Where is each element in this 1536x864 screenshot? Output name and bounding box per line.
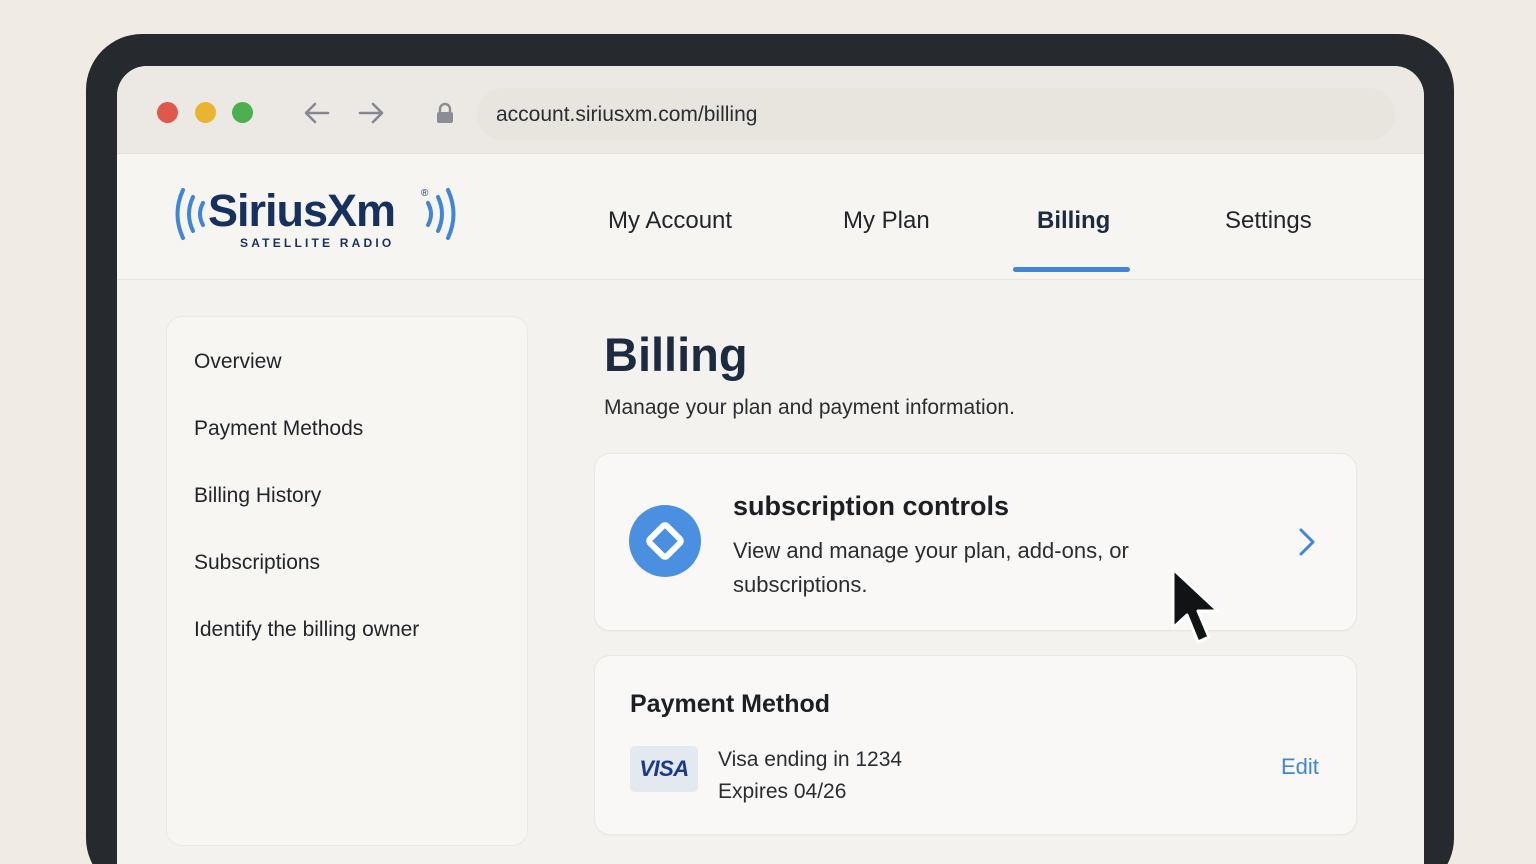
visa-brand-text: VISA <box>639 756 689 781</box>
browser-toolbar: account.siriusxm.com/billing <box>117 66 1424 154</box>
tab-billing[interactable]: Billing <box>1037 207 1110 235</box>
site-header: SiriusXm ® SATELLITE RADIO My Account My… <box>117 154 1424 280</box>
chevron-right-icon[interactable] <box>1295 526 1319 558</box>
sidebar-item-identify-billing-owner[interactable]: Identify the billing owner <box>194 618 419 642</box>
sidebar-item-overview[interactable]: Overview <box>194 350 282 374</box>
logo-wordmark: SiriusXm <box>208 185 396 236</box>
subscription-controls-title: subscription controls <box>733 491 1010 521</box>
arrow-right-icon[interactable] <box>357 100 385 126</box>
page-subtitle: Manage your plan and payment information… <box>604 396 1015 419</box>
arrow-left-icon[interactable] <box>303 100 331 126</box>
tab-my-account[interactable]: My Account <box>608 207 732 235</box>
address-bar[interactable]: account.siriusxm.com/billing <box>477 88 1395 140</box>
tag-icon <box>629 505 701 577</box>
lock-icon <box>437 102 453 123</box>
subscription-controls-description: View and manage your plan, add-ons, or s… <box>733 538 1129 597</box>
logo-tagline: SATELLITE RADIO <box>240 236 395 250</box>
sidebar-item-payment-methods[interactable]: Payment Methods <box>194 417 363 441</box>
sidebar: Overview Payment Methods Billing History… <box>166 316 528 846</box>
card-number: Visa ending in 1234 <box>718 748 903 771</box>
card-expiry: Expires 04/26 <box>718 780 847 803</box>
edit-payment-link[interactable]: Edit <box>1281 754 1319 780</box>
signal-waves-left-icon <box>175 188 205 240</box>
page-title: Billing <box>604 328 748 381</box>
browser-window: account.siriusxm.com/billing SiriusXm ® … <box>117 66 1424 864</box>
sidebar-item-subscriptions[interactable]: Subscriptions <box>194 551 320 575</box>
payment-method-title: Payment Method <box>630 690 831 718</box>
window-close-button[interactable] <box>157 102 178 123</box>
payment-method-card: Payment Method VISA Visa ending in 1234 … <box>594 655 1357 835</box>
window-minimize-button[interactable] <box>195 102 216 123</box>
tab-settings[interactable]: Settings <box>1225 207 1312 235</box>
url-text: account.siriusxm.com/billing <box>496 103 758 126</box>
siriusxm-logo[interactable]: SiriusXm ® SATELLITE RADIO <box>171 182 467 256</box>
signal-waves-right-icon <box>426 188 456 240</box>
subscription-controls-card[interactable]: subscription controls View and manage yo… <box>594 453 1357 631</box>
sidebar-item-billing-history[interactable]: Billing History <box>194 484 321 508</box>
visa-logo-icon: VISA <box>630 746 698 792</box>
tab-my-plan[interactable]: My Plan <box>843 207 930 235</box>
active-tab-indicator <box>1013 267 1130 272</box>
mouse-pointer-icon <box>1171 567 1220 644</box>
window-maximize-button[interactable] <box>232 102 253 123</box>
